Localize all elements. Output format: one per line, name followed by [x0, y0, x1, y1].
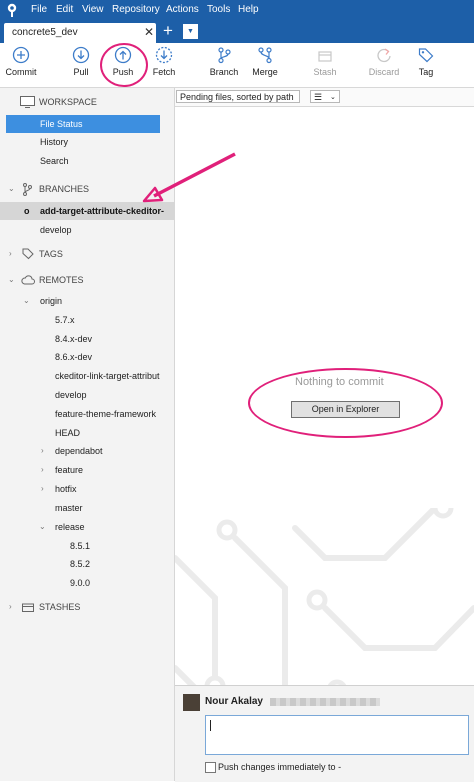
menu-repository[interactable]: Repository	[112, 4, 160, 15]
merge-label: Merge	[252, 67, 278, 77]
sidebar-item-remote-folder[interactable]: › hotfix	[0, 480, 174, 498]
sidebar-item-remote-branch[interactable]: 8.5.1	[0, 537, 174, 555]
tag-icon	[418, 48, 434, 63]
branch-button[interactable]: Branch	[204, 46, 244, 77]
chevron-down-icon: ⌄	[23, 296, 30, 305]
stash-label: Stash	[313, 67, 337, 77]
sidebar-section-remotes[interactable]: ⌄ REMOTES	[0, 271, 174, 289]
sidebar-item-remote-branch[interactable]: 8.5.2	[0, 555, 174, 573]
sidebar-item-remote-folder[interactable]: ⌄ release	[0, 518, 174, 536]
push-immediately-checkbox[interactable]	[205, 762, 216, 773]
file-filter-bar: Pending files, sorted by path ☰ ⌄	[175, 88, 474, 107]
commit-message-input[interactable]	[205, 715, 469, 755]
current-branch-marker: o	[24, 206, 30, 216]
tab-title: concrete5_dev	[12, 27, 78, 38]
sidebar-item-develop[interactable]: develop	[0, 221, 174, 239]
chevron-right-icon: ›	[41, 465, 44, 474]
sidebar-item-file-status[interactable]: File Status	[6, 115, 160, 133]
sidebar-item-history[interactable]: History	[0, 133, 174, 151]
view-mode-dropdown[interactable]: ☰ ⌄	[310, 90, 340, 103]
menu-tools[interactable]: Tools	[207, 4, 230, 15]
commit-panel: Nour Akalay Push changes immediately to …	[175, 685, 474, 782]
fetch-label: Fetch	[152, 67, 176, 77]
tab-repository[interactable]: concrete5_dev ✕	[4, 23, 156, 43]
menu-view[interactable]: View	[82, 4, 104, 15]
chevron-right-icon: ›	[41, 446, 44, 455]
chevron-right-icon: ›	[9, 249, 12, 258]
add-tab-icon[interactable]: +	[160, 22, 176, 40]
avatar	[183, 694, 200, 711]
tag-icon	[22, 248, 34, 260]
sidebar-item-remote-branch[interactable]: 8.6.x-dev	[0, 348, 174, 366]
close-icon[interactable]: ✕	[144, 25, 154, 39]
sidebar-item-remote-branch[interactable]: develop	[0, 386, 174, 404]
list-icon: ☰	[314, 92, 323, 102]
sidebar-item-remote-branch[interactable]: feature-theme-framework	[0, 405, 174, 423]
commit-label: Commit	[5, 67, 37, 77]
push-immediately-label: Push changes immediately to -	[218, 762, 342, 772]
fetch-icon	[155, 46, 173, 64]
chevron-right-icon: ›	[9, 602, 12, 611]
fetch-button[interactable]: Fetch	[144, 46, 184, 77]
sidebar-item-remote-branch[interactable]: 8.4.x-dev	[0, 330, 174, 348]
tab-dropdown-icon[interactable]: ▼	[183, 24, 198, 39]
menu-help[interactable]: Help	[238, 4, 259, 15]
discard-label: Discard	[368, 67, 400, 77]
sidebar-item-remote-branch[interactable]: ckeditor-link-target-attribut	[0, 367, 174, 385]
menu-edit[interactable]: Edit	[56, 4, 73, 15]
sidebar-item-remote-branch[interactable]: master	[0, 499, 174, 517]
sidebar-item-remote-folder[interactable]: › dependabot	[0, 442, 174, 460]
discard-icon	[377, 48, 391, 63]
author-name: Nour Akalay	[205, 696, 263, 707]
sourcetree-logo-icon	[7, 3, 17, 17]
tag-button[interactable]: Tag	[406, 46, 446, 77]
monitor-icon	[20, 96, 35, 108]
push-highlight-circle	[100, 43, 148, 87]
menu-actions[interactable]: Actions	[166, 4, 199, 15]
stash-button[interactable]: Stash	[305, 46, 345, 77]
branch-icon	[218, 47, 231, 64]
tag-label: Tag	[418, 67, 434, 77]
commit-icon	[12, 46, 30, 64]
sidebar-section-workspace[interactable]: WORKSPACE	[0, 93, 174, 111]
sidebar-section-tags[interactable]: › TAGS	[0, 245, 174, 263]
workspace-label: WORKSPACE	[39, 97, 97, 107]
menu-file[interactable]: File	[31, 4, 47, 15]
sidebar-section-stashes[interactable]: › STASHES	[0, 598, 174, 616]
discard-button[interactable]: Discard	[364, 46, 404, 77]
merge-icon	[258, 47, 272, 64]
pull-button[interactable]: Pull	[61, 46, 101, 77]
chevron-right-icon: ›	[41, 484, 44, 493]
pull-icon	[72, 46, 90, 64]
sidebar-item-remote-branch[interactable]: 9.0.0	[0, 574, 174, 592]
stash-icon	[22, 603, 34, 612]
sidebar-item-remote-branch[interactable]: HEAD	[0, 424, 174, 442]
toolbar: Commit Pull Push Fetch Branch Merge Stas…	[0, 43, 474, 88]
pull-label: Pull	[73, 67, 89, 77]
merge-button[interactable]: Merge	[245, 46, 285, 77]
chevron-down-icon: ⌄	[330, 94, 336, 101]
chevron-down-icon: ⌄	[8, 184, 15, 193]
branch-label: Branch	[209, 67, 239, 77]
branch-icon	[23, 183, 32, 196]
author-email-redacted	[270, 698, 380, 706]
menu-bar: File Edit View Repository Actions Tools …	[0, 0, 474, 21]
annotation-arrow	[142, 152, 236, 203]
commit-button[interactable]: Commit	[1, 46, 41, 77]
chevron-down-icon: ⌄	[8, 275, 15, 284]
tab-row: concrete5_dev ✕ + ▼	[0, 21, 474, 43]
cloud-icon	[21, 275, 35, 285]
sort-dropdown[interactable]: Pending files, sorted by path	[176, 90, 300, 103]
sidebar-item-remote-folder[interactable]: › feature	[0, 461, 174, 479]
chevron-down-icon: ⌄	[39, 522, 46, 531]
sidebar-item-origin[interactable]: ⌄ origin	[0, 292, 174, 310]
stash-icon	[318, 51, 332, 62]
sidebar-item-remote-branch[interactable]: 5.7.x	[0, 311, 174, 329]
highlight-oval	[248, 368, 443, 438]
